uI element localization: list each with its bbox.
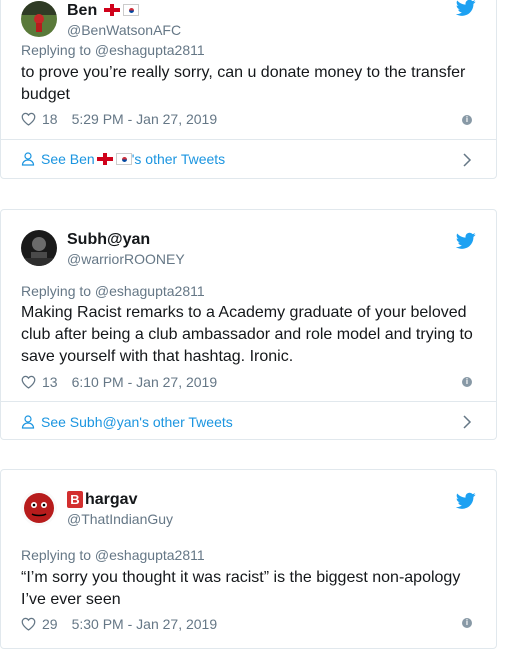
replying-to[interactable]: Replying to @eshagupta2811	[21, 547, 205, 563]
tweet-card: Subh@yan @warriorROONEY Replying to @esh…	[0, 209, 497, 440]
see-other-label-end: 's other Tweets	[131, 151, 226, 167]
twitter-bird-icon[interactable]	[456, 232, 476, 250]
divider	[1, 401, 496, 402]
person-icon	[21, 415, 35, 429]
person-icon	[21, 152, 35, 166]
tweet-text: Making Racist remarks to a Academy gradu…	[21, 304, 473, 365]
tweet-text: “I’m sorry you thought it was racist” is…	[21, 569, 461, 608]
chevron-right-icon[interactable]	[462, 415, 472, 429]
user-names: Ben @BenWatsonAFC	[67, 1, 181, 39]
user-names: Subh@yan @warriorROONEY	[67, 230, 185, 268]
timestamp[interactable]: 5:30 PM - Jan 27, 2019	[72, 616, 218, 632]
heart-icon[interactable]	[21, 112, 36, 126]
heart-icon[interactable]	[21, 617, 36, 631]
display-name[interactable]: Bhargav	[67, 490, 173, 510]
twitter-bird-icon[interactable]	[456, 0, 476, 17]
tweet-meta: 18 5:29 PM - Jan 27, 2019	[21, 111, 217, 127]
user-handle[interactable]: @BenWatsonAFC	[67, 21, 181, 39]
twitter-bird-icon[interactable]	[456, 492, 476, 510]
england-flag-icon	[96, 153, 113, 165]
info-icon[interactable]: i	[462, 377, 472, 387]
timestamp[interactable]: 6:10 PM - Jan 27, 2019	[72, 374, 218, 390]
see-other-label: See Subh@yan's other Tweets	[41, 414, 233, 430]
see-other-label-start: See Ben	[41, 151, 95, 167]
england-flag-icon	[103, 4, 120, 16]
tweet-card: Bhargav @ThatIndianGuy Replying to @esha…	[0, 469, 497, 649]
timestamp[interactable]: 5:29 PM - Jan 27, 2019	[72, 111, 218, 127]
divider	[1, 139, 496, 140]
display-name-text: Ben	[67, 2, 98, 19]
heart-icon[interactable]	[21, 375, 36, 389]
display-name[interactable]: Ben	[67, 1, 181, 21]
tweet-header: Bhargav @ThatIndianGuy	[1, 470, 496, 528]
replying-to[interactable]: Replying to @eshagupta2811	[21, 283, 205, 299]
user-handle[interactable]: @warriorROONEY	[67, 250, 185, 268]
chevron-right-icon[interactable]	[462, 153, 472, 167]
info-icon[interactable]: i	[462, 115, 472, 125]
replying-to[interactable]: Replying to @eshagupta2811	[21, 42, 205, 58]
see-other-tweets-link[interactable]: See Subh@yan's other Tweets	[21, 414, 233, 430]
avatar[interactable]	[21, 490, 57, 526]
like-count: 29	[42, 616, 58, 632]
avatar[interactable]	[21, 230, 57, 266]
south-korea-flag-icon	[122, 4, 139, 16]
user-names: Bhargav @ThatIndianGuy	[67, 490, 173, 528]
like-count: 13	[42, 374, 58, 390]
like-count: 18	[42, 111, 58, 127]
tweet-meta: 29 5:30 PM - Jan 27, 2019	[21, 616, 217, 632]
tweet-card: Ben @BenWatsonAFC Replying to @eshagupta…	[0, 0, 497, 179]
tweet-header: Ben @BenWatsonAFC	[1, 0, 496, 39]
tweet-meta: 13 6:10 PM - Jan 27, 2019	[21, 374, 217, 390]
display-name-text: hargav	[85, 491, 138, 508]
display-name[interactable]: Subh@yan	[67, 230, 185, 250]
tweet-text: to prove you’re really sorry, can u dona…	[21, 64, 466, 103]
tweet-header: Subh@yan @warriorROONEY	[1, 210, 496, 268]
south-korea-flag-icon	[115, 153, 132, 165]
avatar[interactable]	[21, 1, 57, 37]
display-name-badge: B	[67, 491, 83, 508]
see-other-tweets-link[interactable]: See Ben 's other Tweets	[21, 151, 225, 167]
user-handle[interactable]: @ThatIndianGuy	[67, 510, 173, 528]
